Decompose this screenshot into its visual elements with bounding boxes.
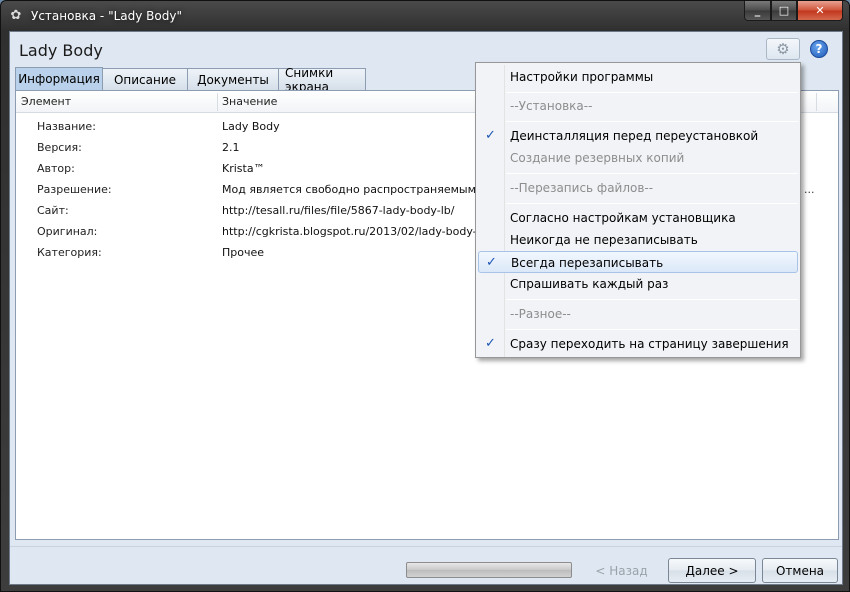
settings-context-menu: Настройки программы --Установка-- ✓ Деинс… <box>475 62 801 358</box>
menu-separator <box>506 203 798 204</box>
help-button[interactable]: ? <box>810 40 828 58</box>
row-value: Прочее <box>222 246 265 259</box>
row-value-link[interactable]: http://cgkrista.blogspot.ru/2013/02/lady… <box>222 225 511 238</box>
menu-item-label: Сразу переходить на страницу завершения <box>510 337 789 351</box>
row-key: Оригинал: <box>37 225 98 238</box>
menu-item-label: Настройки программы <box>510 70 654 84</box>
menu-item-label: Создание резервных копий <box>510 151 685 165</box>
menu-item-label: Неикогда не перезаписывать <box>510 233 698 247</box>
row-value-link[interactable]: http://tesall.ru/files/file/5867-lady-bo… <box>222 204 454 217</box>
tab-description[interactable]: Описание <box>102 68 188 90</box>
maximize-icon: □ <box>778 4 790 17</box>
row-key: Название: <box>37 120 96 133</box>
gear-icon: ⚙ <box>776 40 790 58</box>
column-header-value[interactable]: Значение <box>222 95 277 108</box>
menu-item-go-to-finish-page[interactable]: ✓ Сразу переходить на страницу завершения <box>478 333 798 355</box>
tab-documents[interactable]: Документы <box>187 68 279 90</box>
menu-item-program-settings[interactable]: Настройки программы <box>478 66 798 88</box>
menu-item-ask-each-time[interactable]: Спрашивать каждый раз <box>478 273 798 295</box>
check-icon: ✓ <box>485 336 496 351</box>
menu-item-never-overwrite[interactable]: Неикогда не перезаписывать <box>478 229 798 251</box>
menu-item-label: --Перезапись файлов-- <box>510 181 654 195</box>
tab-screenshots[interactable]: Снимки экрана <box>278 66 366 94</box>
menu-item-always-overwrite[interactable]: ✓ Всегда перезаписывать <box>478 251 798 273</box>
back-button[interactable]: < Назад <box>582 558 661 583</box>
menu-separator <box>506 329 798 330</box>
menu-group-overwrite: --Перезапись файлов-- <box>478 177 798 199</box>
column-divider[interactable] <box>217 93 218 111</box>
column-divider[interactable] <box>816 93 817 111</box>
row-value: Lady Body <box>222 120 280 133</box>
window-title: Установка - "Lady Body" <box>31 9 182 23</box>
page-title: Lady Body <box>19 41 103 60</box>
menu-item-uninstall-before-reinstall[interactable]: ✓ Деинсталляция перед переустановкой <box>478 125 798 147</box>
menu-item-label: Спрашивать каждый раз <box>510 277 669 291</box>
row-value: Мод является свободно распространяемым, … <box>222 183 510 196</box>
tab-information[interactable]: Информация <box>15 67 103 90</box>
menu-item-create-backups: Создание резервных копий <box>478 147 798 169</box>
check-icon: ✓ <box>486 255 497 270</box>
installer-window: ✿ Установка - "Lady Body" _ □ ✕ Lady Bod… <box>0 0 850 592</box>
next-button[interactable]: Далее > <box>668 558 756 583</box>
gear-installer-icon: ✿ <box>10 8 22 23</box>
column-header-element[interactable]: Элемент <box>21 95 71 108</box>
close-button[interactable]: ✕ <box>797 1 843 21</box>
row-key: Категория: <box>37 246 102 259</box>
menu-item-label: --Разное-- <box>510 307 571 321</box>
menu-group-install: --Установка-- <box>478 95 798 117</box>
check-icon: ✓ <box>485 128 496 143</box>
menu-item-label: Деинсталляция перед переустановкой <box>510 129 759 143</box>
row-overflow-ellipsis: ... <box>804 183 815 196</box>
cancel-button[interactable]: Отмена <box>762 558 838 583</box>
caption-buttons: _ □ ✕ <box>744 1 843 21</box>
footer-bar: < Назад Далее > Отмена <box>10 546 842 586</box>
row-key: Версия: <box>37 141 82 154</box>
row-value: 2.1 <box>222 141 240 154</box>
tab-strip: Информация Описание Документы Снимки экр… <box>15 66 366 94</box>
row-key: Сайт: <box>37 204 69 217</box>
progress-bar <box>406 562 572 578</box>
maximize-button[interactable]: □ <box>771 1 797 21</box>
minimize-button[interactable]: _ <box>744 1 771 21</box>
help-icon: ? <box>815 42 823 56</box>
close-icon: ✕ <box>815 4 825 17</box>
row-value: Krista™ <box>222 162 265 175</box>
menu-separator <box>506 173 798 174</box>
row-key: Автор: <box>37 162 75 175</box>
menu-group-misc: --Разное-- <box>478 303 798 325</box>
menu-separator <box>506 92 798 93</box>
menu-item-per-installer-settings[interactable]: Согласно настройкам установщика <box>478 207 798 229</box>
row-key: Разрешение: <box>37 183 112 196</box>
settings-button[interactable]: ⚙ <box>766 38 800 60</box>
title-bar[interactable]: ✿ Установка - "Lady Body" _ □ ✕ <box>1 1 849 31</box>
menu-separator <box>506 121 798 122</box>
menu-item-label: Всегда перезаписывать <box>511 256 664 270</box>
menu-separator <box>506 299 798 300</box>
minimize-icon: _ <box>754 4 761 17</box>
menu-item-label: --Установка-- <box>510 99 593 113</box>
menu-item-label: Согласно настройкам установщика <box>510 211 736 225</box>
